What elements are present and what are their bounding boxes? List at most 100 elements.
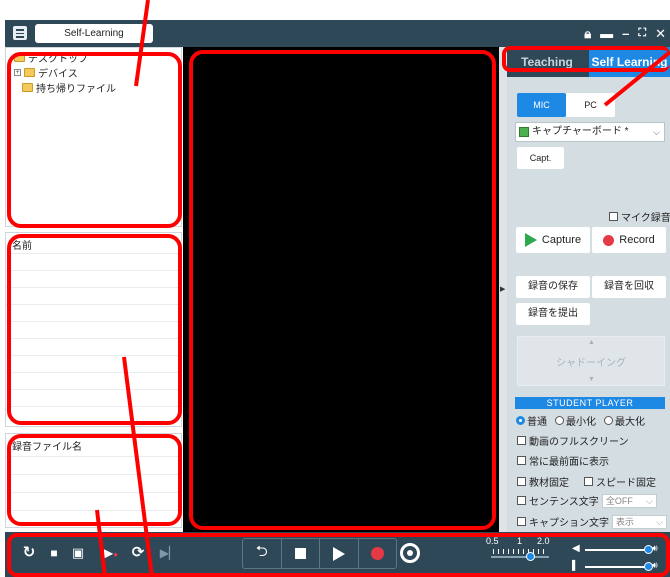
radio-maximize[interactable]: 最大化 <box>604 413 645 428</box>
checkbox[interactable] <box>517 517 526 526</box>
skip-end-icon[interactable]: ▶▏ <box>158 542 180 564</box>
radio-selected[interactable] <box>516 416 525 425</box>
submit-recording-button[interactable]: 録音を提出 <box>516 303 590 325</box>
folder-open-icon[interactable]: ■ <box>43 542 65 564</box>
file-tree-panel: デスクトップ + デバイス 持ち帰りファイル <box>5 47 182 227</box>
speed-mid-label: 1 <box>517 536 523 546</box>
capture-label: Capture <box>541 234 582 246</box>
radio-unselected[interactable] <box>555 416 564 425</box>
speaker-high-icon: 🔊︎ <box>652 543 658 553</box>
chevron-down-icon: ▼ <box>588 376 595 383</box>
stop-icon <box>294 548 306 559</box>
minimize-icon[interactable]: – <box>622 24 629 43</box>
play-icon <box>524 233 537 247</box>
caption-text-select[interactable]: 表示 ⌵ <box>612 514 667 529</box>
tree-item-label: 持ち帰りファイル <box>36 84 116 95</box>
rewind-icon[interactable]: ⮌ <box>243 539 282 568</box>
checkbox[interactable] <box>517 436 526 445</box>
checkbox[interactable] <box>517 477 526 486</box>
radio-unselected[interactable] <box>604 416 613 425</box>
mic-record-checkbox[interactable]: マイク録音 <box>609 209 670 224</box>
radio-label: 最小化 <box>566 417 596 428</box>
right-panel: Teaching Self Learning MIC PC キャプチャーボード … <box>507 47 670 532</box>
tab-teaching[interactable]: Teaching <box>507 47 587 77</box>
speed-max-label: 2.0 <box>537 536 550 546</box>
radio-label: 最大化 <box>615 417 645 428</box>
radio-normal[interactable]: 普通 <box>516 413 547 428</box>
chevron-down-icon: ⌵ <box>653 127 660 137</box>
speaker-high-icon: 🔊︎ <box>652 560 658 570</box>
record-button[interactable]: Record <box>592 227 666 253</box>
bottom-toolbar: ↻ ■ ▣ ▶● ⟳ ▶▏ ⮌ 0.5 1 2.0 ◀ 🔊︎ ▌ 🔊︎ <box>5 532 670 577</box>
close-icon[interactable]: ✕ <box>655 24 666 43</box>
tab-self-learning[interactable]: Self Learning <box>589 47 670 77</box>
recordings-list-panel: 録音ファイル名 <box>5 433 182 528</box>
select-value: 全OFF <box>605 495 633 506</box>
loop-icon[interactable]: ⟳ <box>127 542 149 564</box>
video-area[interactable] <box>183 47 499 532</box>
play-record-icon[interactable]: ▶● <box>100 542 122 564</box>
shadowing-label: シャドーイング <box>556 358 626 369</box>
capture-button[interactable]: Capture <box>516 227 590 253</box>
expand-icon[interactable]: + <box>14 69 21 76</box>
mic-button[interactable]: MIC <box>517 93 566 117</box>
device-select[interactable]: キャプチャーボード * ⌵ <box>515 122 665 142</box>
pc-button[interactable]: PC <box>566 93 615 117</box>
speed-min-label: 0.5 <box>486 536 499 546</box>
speaker-low-icon: ◀ <box>572 543 580 554</box>
student-player-header: STUDENT PLAYER <box>515 397 665 409</box>
tree-item-devices[interactable]: + デバイス <box>14 65 78 80</box>
play-button[interactable] <box>320 539 359 568</box>
collect-recording-button[interactable]: 録音を回収 <box>592 276 666 298</box>
tree-item-desktop[interactable]: デスクトップ <box>14 50 88 65</box>
sentence-text-checkbox[interactable]: センテンス文字 全OFF ⌵ <box>517 493 657 508</box>
mic-record-label: マイク録音 <box>621 213 670 224</box>
volume-slider-2[interactable] <box>585 562 653 571</box>
volume-slider-1[interactable] <box>585 545 653 554</box>
radio-minimize[interactable]: 最小化 <box>555 413 596 428</box>
chevron-up-icon: ▲ <box>588 339 595 346</box>
device-select-value: キャプチャーボード * <box>532 126 629 137</box>
lock-icon[interactable]: 🔒︎ <box>584 24 591 43</box>
stop-button[interactable] <box>282 539 320 568</box>
checkbox[interactable] <box>517 496 526 505</box>
speed-slider[interactable] <box>491 552 549 561</box>
webcam-icon[interactable] <box>400 543 420 563</box>
player-size-radios: 普通 最小化 最大化 <box>516 413 645 428</box>
radio-label: 普通 <box>527 417 547 428</box>
minimize-bar-icon[interactable]: ▬ <box>600 24 613 43</box>
shadowing-button[interactable]: ▲ シャドーイング ▼ <box>517 336 665 386</box>
collapse-arrow-icon: ▶ <box>500 286 506 293</box>
window-title: Self-Learning <box>35 24 153 43</box>
save-icon[interactable]: ▣ <box>67 542 89 564</box>
checkbox[interactable] <box>584 477 593 486</box>
chevron-down-icon: ⌵ <box>645 495 653 506</box>
tab-bar: Teaching Self Learning <box>507 47 670 77</box>
play-icon <box>332 546 345 561</box>
checkbox[interactable] <box>517 456 526 465</box>
fix-material-checkbox[interactable]: 教材固定 <box>517 474 569 489</box>
save-recording-button[interactable]: 録音の保存 <box>516 276 590 298</box>
maximize-icon[interactable]: ⛶ <box>638 24 646 43</box>
always-front-checkbox[interactable]: 常に最前面に表示 <box>517 453 609 468</box>
panel-collapse-handle[interactable]: ▶ <box>499 47 507 532</box>
record-button[interactable] <box>359 539 397 568</box>
tree-item-label: デスクトップ <box>28 54 88 65</box>
chevron-down-icon: ⌵ <box>656 516 663 527</box>
title-bar: Self-Learning 🔒︎ ▬ – ⛶ ✕ <box>5 20 670 47</box>
window-controls: 🔒︎ ▬ – ⛶ ✕ <box>584 24 666 43</box>
fullscreen-checkbox[interactable]: 動画のフルスクリーン <box>517 433 629 448</box>
refresh-icon[interactable]: ↻ <box>18 542 40 564</box>
capt-button[interactable]: Capt. <box>517 147 564 169</box>
tree-item-takehome[interactable]: 持ち帰りファイル <box>22 80 116 95</box>
caption-text-checkbox[interactable]: キャプション文字 表示 ⌵ <box>517 514 667 529</box>
playback-controls: ⮌ <box>242 538 397 569</box>
hamburger-menu-icon[interactable] <box>13 26 27 40</box>
select-value: 表示 <box>616 516 635 527</box>
capture-device-icon <box>519 127 529 137</box>
fix-speed-checkbox[interactable]: スピード固定 <box>584 474 656 489</box>
sentence-text-select[interactable]: 全OFF ⌵ <box>601 493 657 508</box>
record-label: Record <box>619 234 655 246</box>
speed-slider-knob[interactable] <box>526 552 535 561</box>
checkbox[interactable] <box>609 212 618 221</box>
